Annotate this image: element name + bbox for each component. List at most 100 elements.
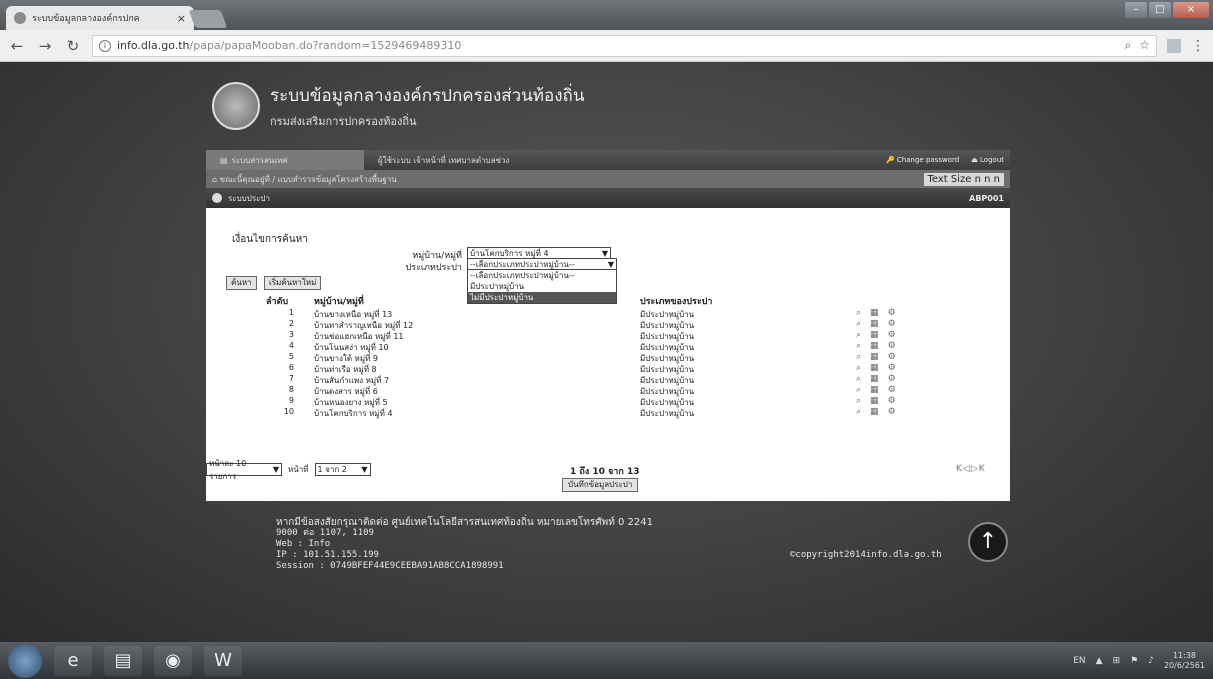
content-panel: เงื่อนไขการค้นหา หมู่บ้าน/หมู่ที่ บ้านโค… <box>206 208 1010 501</box>
edit-icon[interactable]: ▦ <box>870 396 879 406</box>
address-bar[interactable]: i info.dla.go.th/papa/papaMooban.do?rand… <box>92 34 1157 57</box>
volume-icon[interactable]: ♪ <box>1148 656 1154 666</box>
per-page-select[interactable]: หน้าละ 10 รายการ ▼ <box>206 459 282 481</box>
footer-phone: 9000 ต่อ 1107, 1109 <box>276 528 374 538</box>
close-window-button[interactable]: × <box>1173 2 1209 18</box>
language-indicator[interactable]: EN <box>1073 656 1085 666</box>
browser-tab[interactable]: ระบบข้อมูลกลางองค์กรปกค × <box>6 6 194 30</box>
edit-icon[interactable]: ▦ <box>870 341 879 351</box>
edit-icon[interactable]: ▦ <box>870 385 879 395</box>
pager-nav-icons[interactable]: K◁▷K <box>956 464 986 474</box>
settings-icon[interactable]: ⚙ <box>888 308 896 318</box>
settings-icon[interactable]: ⚙ <box>888 352 896 362</box>
row-no: 2 <box>288 319 294 328</box>
reload-icon[interactable]: ↻ <box>64 37 82 55</box>
table-row: 5 บ้านขางใต้ หมู่ที่ 9 มีประปาหมู่บ้าน ⌕… <box>206 352 1010 363</box>
tray-expand-icon[interactable]: ▲ <box>1096 656 1103 666</box>
word-icon[interactable]: W <box>204 645 242 676</box>
clock[interactable]: 11:38 20/6/2561 <box>1164 651 1205 671</box>
menu-icon: ▤ <box>220 155 228 165</box>
close-icon[interactable]: × <box>177 12 186 25</box>
back-arrow-icon[interactable]: ← <box>8 37 26 55</box>
per-page-value: หน้าละ 10 รายการ <box>209 458 247 481</box>
clock-date: 20/6/2561 <box>1163 660 1205 670</box>
forward-arrow-icon[interactable]: → <box>36 37 54 55</box>
browser-tabstrip: ระบบข้อมูลกลางองค์กรปกค × – □ × <box>0 0 1213 30</box>
window-controls: – □ × <box>1125 2 1209 18</box>
settings-icon[interactable]: ⚙ <box>888 319 896 329</box>
network-icon[interactable]: ⊞ <box>1113 656 1121 666</box>
browser-menu-icon[interactable]: ⋮ <box>1191 38 1205 54</box>
tab-title: ระบบข้อมูลกลางองค์กรปกค <box>32 14 140 24</box>
view-icon[interactable]: ⌕ <box>856 396 861 406</box>
row-village: บ้านโคกบริการ หมู่ที่ 4 <box>314 409 393 418</box>
settings-icon[interactable]: ⚙ <box>888 396 896 406</box>
edit-icon[interactable]: ▦ <box>870 352 879 362</box>
tab-information-system[interactable]: ▤ ระบบสารสนเทศ <box>206 150 364 170</box>
view-icon[interactable]: ⌕ <box>856 341 861 351</box>
bookmark-star-icon[interactable]: ☆ <box>1139 38 1150 53</box>
settings-icon[interactable]: ⚙ <box>888 407 896 417</box>
change-password-link[interactable]: 🔑 Change password <box>886 156 959 164</box>
url-host: info.dla.go.th <box>117 39 190 52</box>
column-header-no: ลำดับ <box>266 297 289 307</box>
search-button[interactable]: ค้นหา <box>226 276 257 290</box>
settings-icon[interactable]: ⚙ <box>888 374 896 384</box>
dropdown-option[interactable]: ไม่มีประปาหมู่บ้าน <box>468 292 616 303</box>
edit-icon[interactable]: ▦ <box>870 363 879 373</box>
breadcrumb-text: ขณะนี้คุณอยู่ที่ / แบบสำรวจข้อมูลโครงสร้… <box>219 174 397 184</box>
footer-web: Web : Info <box>276 539 331 549</box>
save-water-supply-button[interactable]: บันทึกข้อมูลประปา <box>562 478 639 492</box>
minimize-button[interactable]: – <box>1125 2 1147 18</box>
zoom-icon[interactable]: ⌕ <box>1125 38 1132 53</box>
view-icon[interactable]: ⌕ <box>856 385 861 395</box>
footer-ip: IP : 101.51.155.199 <box>276 550 379 560</box>
text-size-control[interactable]: Text Size n n n <box>923 172 1004 186</box>
view-icon[interactable]: ⌕ <box>856 374 861 384</box>
dropdown-option[interactable]: มีประปาหมู่บ้าน <box>468 281 616 292</box>
edit-icon[interactable]: ▦ <box>870 374 879 384</box>
row-type: มีประปาหมู่บ้าน <box>640 409 695 418</box>
view-icon[interactable]: ⌕ <box>856 319 861 329</box>
text-size-options[interactable]: n n n <box>975 174 1000 185</box>
settings-icon[interactable]: ⚙ <box>888 341 896 351</box>
maximize-button[interactable]: □ <box>1149 2 1171 18</box>
home-icon[interactable]: ⌂ <box>212 175 220 184</box>
tab-user-info[interactable]: ผู้ใช้ระบบ เจ้าหน้าที่ เทศบาลตำบลช่วง <box>364 150 523 170</box>
ie-icon[interactable]: e <box>54 645 92 676</box>
edit-icon[interactable]: ▦ <box>870 319 879 329</box>
edit-icon[interactable]: ▦ <box>870 330 879 340</box>
view-icon[interactable]: ⌕ <box>856 407 861 417</box>
row-no: 8 <box>288 385 294 394</box>
page-select[interactable]: 1 จาก 2 ▼ <box>314 463 371 476</box>
edit-icon[interactable]: ▦ <box>870 308 879 318</box>
logout-link[interactable]: ⏏ Logout <box>971 156 1004 164</box>
taskbar: e ▤ ◉ W EN ▲ ⊞ ⚑ ♪ 11:38 20/6/2561 <box>0 642 1213 679</box>
new-tab-button[interactable] <box>188 10 228 28</box>
clock-time: 11:38 <box>1172 650 1197 660</box>
page-viewport: ระบบข้อมูลกลางองค์กรปกครองส่วนท้องถิ่น ก… <box>0 62 1213 642</box>
edit-icon[interactable]: ▦ <box>870 407 879 417</box>
scroll-to-top-button[interactable]: ↑ <box>968 522 1008 562</box>
info-icon[interactable]: i <box>99 39 111 52</box>
settings-icon[interactable]: ⚙ <box>888 385 896 395</box>
file-explorer-icon[interactable]: ▤ <box>104 645 142 676</box>
settings-icon[interactable]: ⚙ <box>888 330 896 340</box>
dropdown-option[interactable]: --เลือกประเภทประปาหมู่บ้าน-- <box>468 270 616 281</box>
start-button[interactable] <box>8 643 42 678</box>
flag-icon[interactable]: ⚑ <box>1130 656 1138 666</box>
view-icon[interactable]: ⌕ <box>856 330 861 340</box>
view-icon[interactable]: ⌕ <box>856 352 861 362</box>
row-no: 5 <box>288 352 294 361</box>
copyright-text: ©copyright2014info.dla.go.th <box>790 550 942 560</box>
view-icon[interactable]: ⌕ <box>856 363 861 373</box>
reset-search-button[interactable]: เริ่มค้นหาใหม่ <box>264 276 322 290</box>
settings-icon[interactable]: ⚙ <box>888 363 896 373</box>
view-icon[interactable]: ⌕ <box>856 308 861 318</box>
extension-icon[interactable] <box>1167 38 1181 53</box>
chrome-icon[interactable]: ◉ <box>154 645 192 676</box>
logout-label: Logout <box>980 156 1004 164</box>
page-select-value: 1 จาก 2 <box>317 465 347 474</box>
browser-toolbar: ← → ↻ i info.dla.go.th/papa/papaMooban.d… <box>0 30 1213 62</box>
type-dropdown-list: --เลือกประเภทประปาหมู่บ้าน-- มีประปาหมู่… <box>467 269 617 304</box>
